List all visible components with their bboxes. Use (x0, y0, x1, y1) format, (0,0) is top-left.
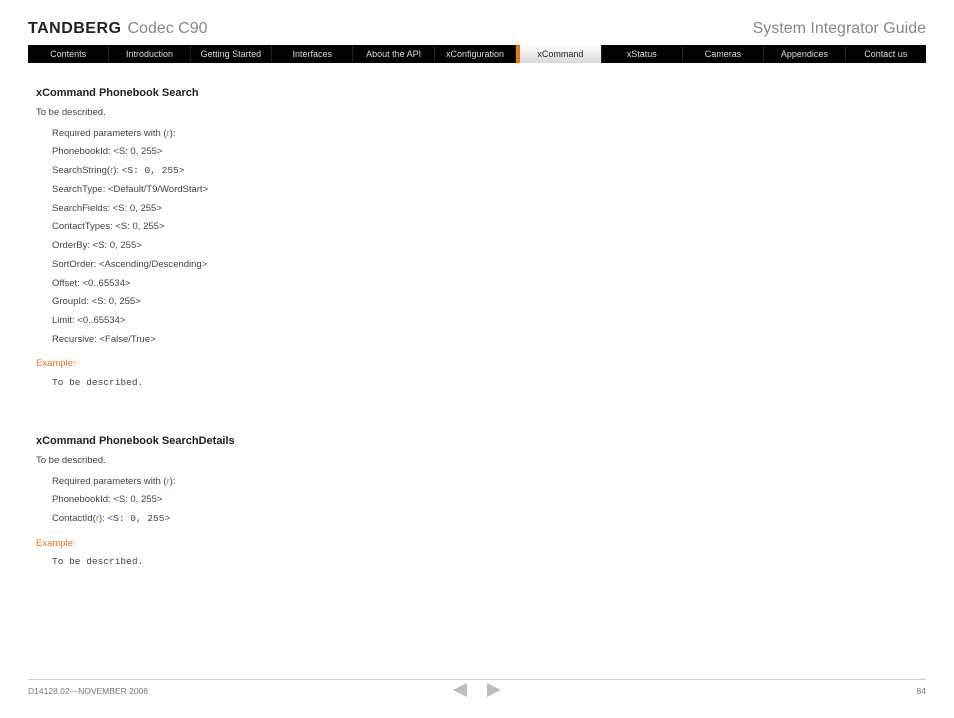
param-line: Offset: <0..65534> (52, 277, 918, 292)
nav-item-contents[interactable]: Contents (28, 45, 109, 63)
params-block: Required parameters with (r): PhonebookI… (36, 121, 918, 348)
brand-block: TANDBERG Codec C90 (28, 20, 208, 38)
nav-item-about-the-api[interactable]: About the API (353, 45, 434, 63)
nav-item-contact-us[interactable]: Contact us (846, 45, 926, 63)
nav-item-appendices[interactable]: Appendices (764, 45, 845, 63)
param-line: Limit: <0..65534> (52, 314, 918, 329)
top-navbar: ContentsIntroductionGetting StartedInter… (28, 45, 926, 63)
nav-item-xconfiguration[interactable]: xConfiguration (435, 45, 516, 63)
nav-item-xcommand[interactable]: xCommand (520, 45, 601, 63)
param-line: ContactId(r): <S: 0, 255> (52, 512, 918, 527)
product-name: Codec C90 (127, 20, 207, 38)
param-line: SearchType: <Default/T9/WordStart> (52, 183, 918, 198)
nav-item-getting-started[interactable]: Getting Started (191, 45, 272, 63)
command-title: xCommand Phonebook Search (36, 85, 918, 102)
command-title: xCommand Phonebook SearchDetails (36, 433, 918, 450)
example-label: Example: (36, 357, 918, 372)
example-label: Example: (36, 537, 918, 552)
nav-item-introduction[interactable]: Introduction (109, 45, 190, 63)
next-page-icon[interactable] (483, 683, 501, 699)
footer-pagenum: 84 (917, 686, 926, 696)
param-line: SearchString(r): <S: 0, 255> (52, 164, 918, 179)
guide-title: System Integrator Guide (753, 20, 926, 38)
command-desc: To be described. (36, 106, 918, 121)
prev-page-icon[interactable] (453, 683, 471, 699)
param-line: GroupId: <S: 0, 255> (52, 295, 918, 310)
required-params-label: Required parameters with (r): (52, 127, 918, 142)
footer-docid: D14128.02—NOVEMBER 2008 (28, 686, 148, 696)
footer-pager (453, 683, 501, 699)
param-line: SearchFields: <S: 0, 255> (52, 202, 918, 217)
param-line: PhonebookId: <S: 0, 255> (52, 145, 918, 160)
param-line: ContactTypes: <S: 0, 255> (52, 220, 918, 235)
page-content: xCommand Phonebook Search To be describe… (28, 63, 926, 570)
nav-item-xstatus[interactable]: xStatus (602, 45, 683, 63)
page-header: TANDBERG Codec C90 System Integrator Gui… (28, 0, 926, 45)
param-line: OrderBy: <S: 0, 255> (52, 239, 918, 254)
section-phonebook-search: xCommand Phonebook Search To be describe… (36, 85, 918, 391)
brand-name: TANDBERG (28, 20, 121, 38)
nav-item-interfaces[interactable]: Interfaces (272, 45, 353, 63)
param-line: Recursive: <False/True> (52, 333, 918, 348)
param-line: PhonebookId: <S: 0, 255> (52, 493, 918, 508)
section-phonebook-searchdetails: xCommand Phonebook SearchDetails To be d… (36, 433, 918, 570)
nav-item-cameras[interactable]: Cameras (683, 45, 764, 63)
example-body: To be described. (36, 555, 918, 570)
required-params-label: Required parameters with (r): (52, 475, 918, 490)
params-block: Required parameters with (r): PhonebookI… (36, 469, 918, 527)
example-body: To be described. (36, 376, 918, 391)
page-footer: D14128.02—NOVEMBER 2008 84 (28, 679, 926, 696)
param-line: SortOrder: <Ascending/Descending> (52, 258, 918, 273)
command-desc: To be described. (36, 454, 918, 469)
